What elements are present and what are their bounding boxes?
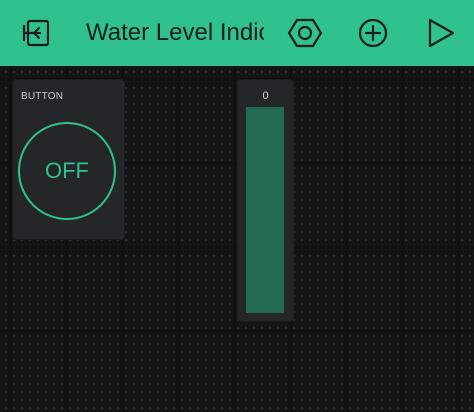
toggle-button[interactable]: OFF	[18, 122, 116, 220]
plus-circle-icon[interactable]	[355, 15, 391, 51]
hexagon-nut-icon[interactable]	[287, 15, 323, 51]
top-bar: Water Level Indica	[0, 0, 474, 66]
level-track	[246, 107, 284, 313]
button-widget[interactable]: BUTTON OFF	[13, 80, 124, 239]
level-widget[interactable]: 0	[238, 80, 293, 321]
button-widget-label: BUTTON	[21, 91, 64, 102]
exit-panel-icon[interactable]	[18, 15, 54, 51]
level-value: 0	[262, 90, 269, 102]
toggle-button-state: OFF	[45, 158, 89, 183]
level-fill	[246, 107, 284, 313]
project-title[interactable]: Water Level Indica	[86, 18, 264, 48]
play-triangle-icon[interactable]	[422, 15, 458, 51]
